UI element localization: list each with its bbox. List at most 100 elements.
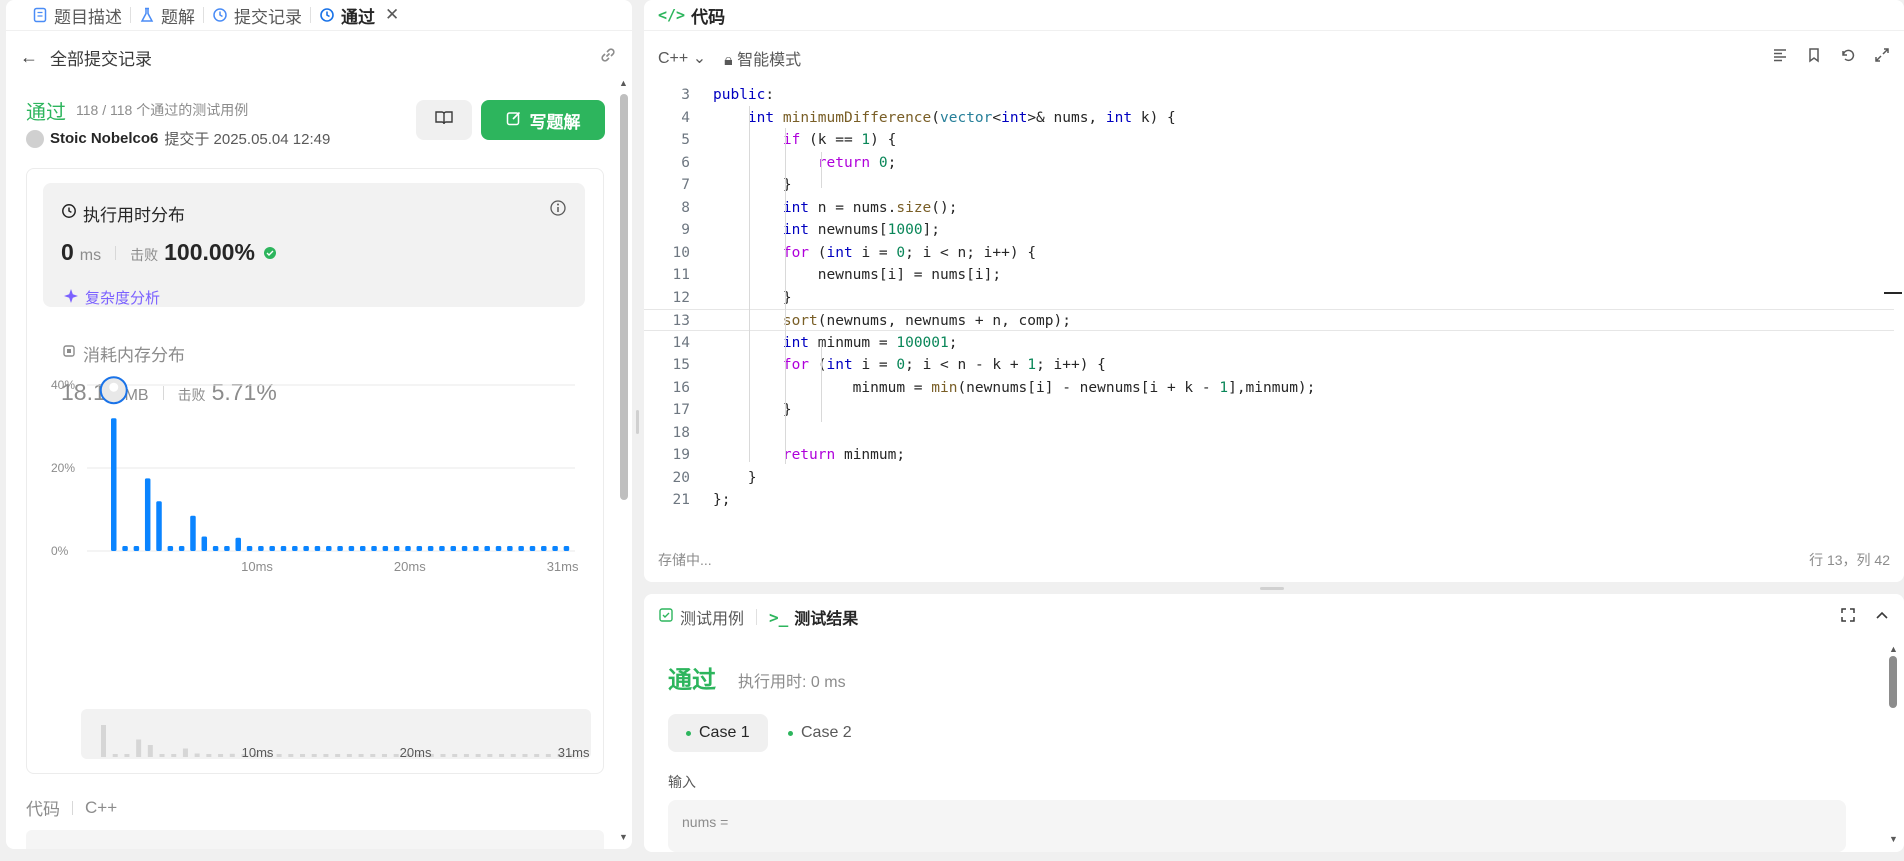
link-icon[interactable] — [598, 45, 618, 70]
code-editor-panel: </> 代码 C++ ⌄ 🔒︎ 智能模式 3 public: 4 int minim… — [644, 0, 1904, 582]
vertical-resize-handle[interactable] — [636, 410, 639, 434]
runtime-distribution-chart[interactable]: 40% 20% 0% 10ms 20ms 31ms 10ms 20ms 31ms — [27, 169, 605, 775]
tab-test-cases[interactable]: 测试用例 — [658, 605, 744, 629]
runtime-bar — [529, 546, 536, 551]
code-line[interactable]: 10 for (int i = 0; i < n; i++) { — [644, 242, 1894, 264]
overview-bar — [452, 754, 458, 757]
back-arrow-icon[interactable]: ← — [20, 47, 38, 68]
code-text: for (int i = 0; i < n; i++) { — [782, 244, 1037, 261]
input-box: nums = — [668, 800, 1846, 852]
reset-icon[interactable] — [1840, 47, 1856, 68]
runtime-bar — [337, 546, 343, 551]
case-2-tab[interactable]: Case 2 — [770, 714, 870, 752]
code-line[interactable]: 13 sort(newnums, newnums + n, comp); — [644, 309, 1894, 331]
indent-guide — [821, 152, 822, 188]
code-line[interactable]: 8 int n = nums.size(); — [644, 197, 1894, 219]
code-line[interactable]: 5 if (k == 1) { — [644, 129, 1894, 151]
test-panel-actions — [1840, 607, 1904, 628]
indent-guide — [749, 106, 750, 462]
code-text: if (k == 1) { — [782, 132, 897, 148]
notes-button[interactable] — [416, 100, 472, 140]
scroll-down-icon[interactable]: ▼ — [1889, 834, 1898, 844]
code-line[interactable]: 20 } — [644, 467, 1894, 489]
test-scrollbar[interactable] — [1889, 656, 1897, 708]
overview-bar — [206, 754, 212, 757]
tab-accepted[interactable]: 通过 ✕ — [311, 0, 407, 30]
line-number: 13 — [672, 313, 690, 329]
code-line[interactable]: 15 for (int i = 0; i < n - k + 1; i++) { — [644, 354, 1894, 376]
range-overview — [81, 709, 591, 759]
format-icon[interactable] — [1772, 47, 1788, 68]
case-1-tab[interactable]: Case 1 — [668, 714, 768, 752]
code-line[interactable]: 4 int minimumDifference(vector<int>& num… — [644, 107, 1894, 129]
line-number: 6 — [681, 154, 690, 171]
code-icon: </> — [658, 6, 686, 24]
overview-bar — [218, 754, 224, 757]
smart-mode-toggle[interactable]: 🔒︎ 智能模式 — [724, 46, 801, 70]
runtime-bar — [144, 478, 151, 551]
scroll-down-icon[interactable]: ▼ — [619, 832, 628, 842]
overview-bar — [440, 754, 446, 757]
runtime-bar — [439, 546, 445, 551]
write-solution-button[interactable]: 写题解 — [481, 100, 605, 140]
all-submissions-link[interactable]: 全部提交记录 — [50, 45, 152, 70]
bookmark-icon[interactable] — [1806, 47, 1822, 68]
line-number: 15 — [672, 357, 690, 373]
code-line[interactable]: 11 newnums[i] = nums[i]; — [644, 264, 1894, 286]
line-number: 20 — [672, 469, 690, 486]
code-line[interactable]: 19 return minmum; — [644, 444, 1894, 466]
testcases-passed: 118 / 118 个通过的测试用例 — [76, 102, 249, 118]
tab-solutions[interactable]: 题解 — [131, 0, 203, 30]
chevron-down-icon: ⌄ — [692, 49, 707, 67]
code-line[interactable]: 14 int minmum = 100001; — [644, 332, 1894, 354]
runtime-bar — [461, 546, 468, 551]
left-scrollbar[interactable] — [620, 94, 628, 500]
line-number: 3 — [681, 87, 690, 103]
scroll-up-icon[interactable]: ▲ — [619, 78, 628, 88]
overview-bar — [112, 754, 118, 757]
test-tab-bar: 测试用例 >_ 测试结果 — [644, 594, 1904, 640]
code-line[interactable]: 12 } — [644, 287, 1894, 309]
runtime-bar — [371, 546, 377, 551]
y-tick-label: 40% — [51, 378, 75, 392]
runtime-bar — [326, 546, 332, 551]
code-line[interactable]: 6 return 0; — [644, 152, 1894, 174]
avatar[interactable] — [26, 129, 44, 148]
code-line[interactable]: 17 } — [644, 399, 1894, 421]
expand-icon[interactable] — [1874, 47, 1890, 68]
code-line[interactable]: 16 minmum = min(newnums[i] - newnums[i +… — [644, 377, 1894, 399]
overview-bar — [159, 754, 165, 757]
code-line[interactable]: 3 public: — [644, 84, 1894, 106]
result-runtime: 执行用时: 0 ms — [738, 674, 846, 691]
resize-handle[interactable] — [1260, 587, 1284, 590]
line-number: 7 — [681, 177, 690, 193]
close-icon[interactable]: ✕ — [385, 5, 399, 25]
fullscreen-icon[interactable] — [1840, 607, 1856, 628]
code-area[interactable]: 3 public: 4 int minimumDifference(vector<i… — [644, 82, 1894, 508]
runtime-bar — [178, 546, 185, 551]
tab-test-results[interactable]: >_ 测试结果 — [769, 605, 858, 629]
editor-actions — [1772, 47, 1890, 68]
scroll-up-icon[interactable]: ▲ — [1889, 644, 1898, 654]
code-text: return 0; — [817, 154, 897, 171]
overview-bar — [311, 754, 317, 757]
line-number: 14 — [672, 334, 690, 351]
code-line[interactable]: 9 int newnums[1000]; — [644, 219, 1894, 241]
x-tick-label: 31ms — [547, 559, 579, 574]
code-line[interactable]: 18 — [644, 422, 1894, 444]
tab-description[interactable]: 题目描述 — [24, 0, 130, 30]
test-panel: 测试用例 >_ 测试结果 通过 执行用时: 0 ms Case 1 Case 2… — [644, 594, 1904, 852]
runtime-bar — [167, 546, 174, 551]
author-name[interactable]: Stoic Nobelco6 — [50, 130, 158, 147]
code-line[interactable]: 7 } — [644, 174, 1894, 196]
runtime-bar — [201, 536, 208, 551]
line-number: 4 — [681, 109, 690, 126]
overview-bar — [229, 753, 235, 757]
collapse-icon[interactable] — [1874, 607, 1890, 628]
code-text: minmum = min(newnums[i] - newnums[i + k … — [713, 379, 1316, 396]
language-select[interactable]: C++ ⌄ — [658, 48, 706, 68]
tab-submissions[interactable]: 提交记录 — [204, 0, 310, 30]
code-line[interactable]: 21}; — [644, 489, 1894, 511]
runtime-bar — [111, 418, 117, 551]
overview-bar — [475, 754, 481, 757]
